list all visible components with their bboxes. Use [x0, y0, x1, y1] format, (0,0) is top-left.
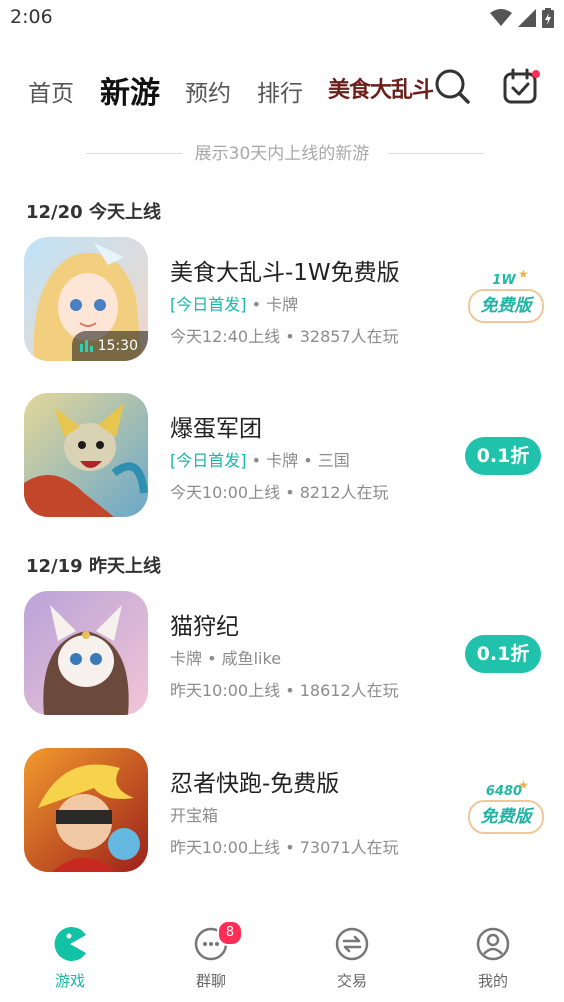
- page-subtitle: 展示30天内上线的新游: [194, 144, 370, 164]
- game-row[interactable]: 15:30 美食大乱斗-1W免费版 [今日首发] • 卡牌 今天12:40上线 …: [0, 237, 564, 367]
- game-meta: 今天10:00上线 • 8212人在玩: [170, 483, 389, 502]
- discount-button[interactable]: 0.1折: [465, 635, 541, 673]
- search-icon[interactable]: [434, 68, 470, 104]
- game-icon[interactable]: [24, 393, 148, 517]
- game-banner-logo[interactable]: 美食大乱斗: [328, 72, 434, 104]
- discount-button[interactable]: 0.1折: [465, 437, 541, 475]
- tab-home[interactable]: 首页: [28, 74, 74, 108]
- status-time: 2:06: [10, 6, 53, 28]
- game-tags: 开宝箱: [170, 802, 218, 826]
- badge-top: 1W: [492, 273, 516, 288]
- game-name: 忍者快跑-免费版: [170, 771, 340, 797]
- game-row[interactable]: 猫狩纪 卡牌 • 咸鱼like 昨天10:00上线 • 18612人在玩 0.1…: [0, 591, 564, 721]
- bottom-nav-trade[interactable]: 交易: [312, 926, 392, 991]
- game-icon[interactable]: 15:30: [24, 237, 148, 361]
- time-chip: 15:30: [72, 331, 148, 361]
- game-name: 猫狩纪: [170, 614, 239, 640]
- exchange-icon: [335, 927, 369, 961]
- game-row[interactable]: 爆蛋军团 [今日首发] • 卡牌 • 三国 今天10:00上线 • 8212人在…: [0, 393, 564, 523]
- bottom-nav-games[interactable]: 游戏: [30, 926, 110, 991]
- section-title-yesterday: 12/19 昨天上线: [26, 556, 161, 577]
- signal-icon: [518, 9, 536, 27]
- badge-top: 6480: [485, 784, 523, 799]
- bottom-nav-profile[interactable]: 我的: [453, 926, 533, 991]
- game-row[interactable]: 忍者快跑-免费版 开宝箱 昨天10:00上线 • 73071人在玩 6480 ★…: [0, 748, 564, 878]
- tag-first-launch: [今日首发]: [170, 451, 247, 470]
- time-chip-text: 15:30: [97, 338, 138, 354]
- bottom-nav-label: 游戏: [54, 972, 85, 990]
- section-title-today: 12/20 今天上线: [26, 202, 161, 223]
- badge-bottom: 免费版: [468, 289, 544, 323]
- user-icon: [476, 927, 510, 961]
- star-icon: ★: [518, 778, 529, 792]
- tab-new-games[interactable]: 新游: [100, 68, 160, 112]
- star-icon: ★: [518, 267, 529, 281]
- pacman-icon: [54, 927, 86, 961]
- game-meta: 昨天10:00上线 • 73071人在玩: [170, 838, 399, 857]
- bottom-nav-label: 群聊: [195, 972, 226, 990]
- game-tags: [今日首发] • 卡牌 • 三国: [170, 447, 350, 471]
- unread-badge: 8: [217, 920, 243, 946]
- tab-ranking[interactable]: 排行: [257, 74, 303, 108]
- badge-bottom: 免费版: [468, 800, 544, 834]
- game-tags: [今日首发] • 卡牌: [170, 291, 298, 315]
- divider: [388, 153, 484, 154]
- game-name: 美食大乱斗-1W免费版: [170, 260, 400, 286]
- game-meta: 昨天10:00上线 • 18612人在玩: [170, 681, 399, 700]
- top-nav: 首页 新游 预约 排行 美食大乱斗: [0, 62, 564, 118]
- tab-reserve[interactable]: 预约: [185, 74, 231, 108]
- subtitle-row: 展示30天内上线的新游: [0, 140, 564, 168]
- tag-list: • 卡牌: [246, 295, 299, 314]
- bottom-nav-label: 我的: [477, 972, 508, 990]
- wifi-icon: [490, 9, 512, 26]
- game-icon[interactable]: [24, 591, 148, 715]
- game-icon[interactable]: [24, 748, 148, 872]
- tag-list: • 卡牌 • 三国: [246, 451, 350, 470]
- bar-chart-icon: [79, 340, 93, 352]
- tag-first-launch: [今日首发]: [170, 295, 247, 314]
- bottom-nav-chat[interactable]: 8 群聊: [171, 920, 251, 991]
- status-icons: [490, 8, 554, 28]
- free-version-badge[interactable]: 1W ★ 免费版: [466, 267, 544, 329]
- bottom-nav-label: 交易: [336, 972, 367, 990]
- game-tags: 卡牌 • 咸鱼like: [170, 645, 281, 669]
- status-bar: 2:06: [0, 0, 564, 40]
- battery-icon: [542, 8, 554, 28]
- game-name: 爆蛋军团: [170, 416, 262, 442]
- game-meta: 今天12:40上线 • 32857人在玩: [170, 327, 399, 346]
- bottom-nav: 游戏 8 群聊 交易 我的: [0, 912, 564, 1002]
- tag-list: 卡牌 • 咸鱼like: [170, 649, 282, 668]
- tag-list: 开宝箱: [170, 806, 219, 825]
- calendar-check-icon[interactable]: [502, 68, 540, 106]
- divider: [86, 153, 182, 154]
- free-version-badge[interactable]: 6480 ★ 免费版: [466, 778, 544, 840]
